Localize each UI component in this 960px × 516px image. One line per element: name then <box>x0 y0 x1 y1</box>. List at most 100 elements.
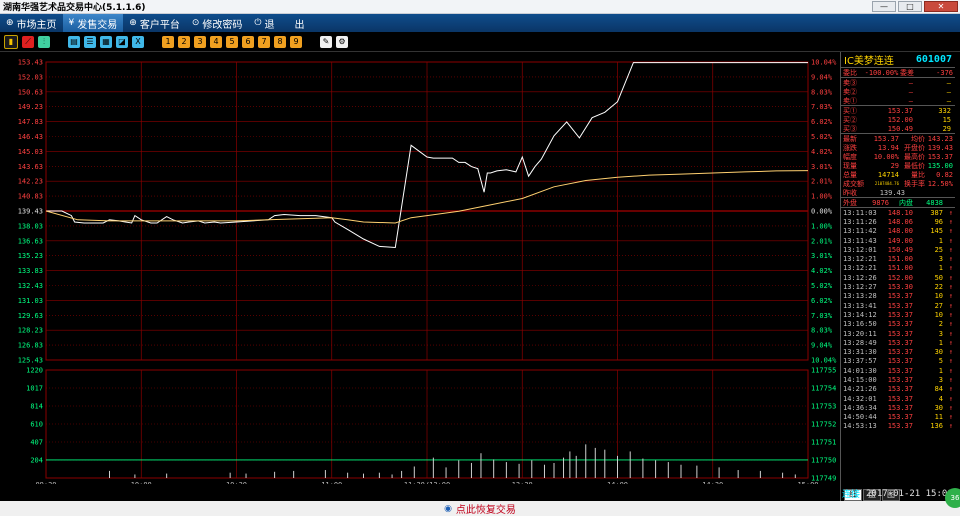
power-icon: ⏻ <box>254 18 262 28</box>
up-arrow-icon: ↑ <box>948 385 953 394</box>
up-arrow-icon: ↑ <box>948 422 953 431</box>
menu-label: 市场主页 <box>16 19 57 31</box>
volume-right-label: 117753 <box>811 403 836 411</box>
up-arrow-icon: ↑ <box>948 236 953 245</box>
menu-issue-trade[interactable]: ¥ 发售交易 <box>62 14 124 32</box>
tick-price: 153.37 <box>887 385 913 394</box>
volume-right-label: 117752 <box>811 421 836 429</box>
tick-list: 13:11:03 148.10 387 ↑ 13:11:26 148.06 96 ↑ 13:11… <box>841 208 955 431</box>
window-icon[interactable]: ◪ <box>116 35 128 48</box>
volume-tick-label: 204 <box>30 457 43 465</box>
stat-value: 135.00 <box>927 161 953 170</box>
up-arrow-icon: ↑ <box>948 245 953 254</box>
inner-label: 内盘 <box>899 198 913 207</box>
window-titlebar: 湖南华强艺术品交易中心(5.1.1.6) — □ ✕ <box>0 0 960 14</box>
time-tick-label: 13:30 <box>512 481 533 484</box>
main-menu: ⊕ 市场主页 ¥ 发售交易 ⊕ 客户平台 ⊙ 修改密码 ⏻ 退 出 <box>0 14 960 32</box>
tick-price: 153.37 <box>887 403 913 412</box>
f2-icon[interactable]: 2 <box>178 35 190 48</box>
price-tick-label: 138.03 <box>18 222 43 230</box>
up-arrow-icon: ↑ <box>948 320 953 329</box>
up-arrow-icon: ↑ <box>948 357 953 366</box>
f9-icon[interactable]: 9 <box>290 35 302 48</box>
f7-icon[interactable]: 7 <box>258 35 270 48</box>
f5-icon[interactable]: 5 <box>226 35 238 48</box>
price-tick-label: 145.03 <box>18 148 43 156</box>
tick-row: 14:15:00 153.37 3 ↑ <box>841 375 955 384</box>
tick-volume: 22 <box>934 283 943 292</box>
f4-icon[interactable]: 4 <box>210 35 222 48</box>
tick-price: 153.37 <box>887 301 913 310</box>
tick-time: 13:13:28 <box>843 292 877 301</box>
volume-tick-label: 1017 <box>26 385 43 393</box>
tick-volume: 2 <box>938 320 943 329</box>
tick-time: 13:13:41 <box>843 301 877 310</box>
resume-trade-bar[interactable]: ◉ 点此恢复交易 <box>0 501 960 516</box>
f3-icon[interactable]: 3 <box>194 35 206 48</box>
stat-value: 153.37 <box>873 134 899 143</box>
stat-value: 29 <box>890 161 899 170</box>
tick-row: 13:12:27 153.30 22 ↑ <box>841 282 955 291</box>
menu-market-home[interactable]: ⊕ 市场主页 <box>0 14 63 32</box>
stat-value: 2107484.76 <box>874 181 899 186</box>
pct-tick-label: 3.01% <box>811 252 833 260</box>
bids-row: 买③ 150.49 29 <box>841 124 955 133</box>
pct-tick-label: 8.03% <box>811 327 833 335</box>
price-tick-label: 132.43 <box>18 282 43 290</box>
menu-change-password[interactable]: ⊙ 修改密码 <box>186 14 249 32</box>
pencil-icon[interactable]: ✎ <box>320 35 332 48</box>
tick-row: 14:32:01 153.37 4 ↑ <box>841 394 955 403</box>
menu-label: 出 <box>294 19 305 31</box>
connection-status: 连接 <box>842 490 861 500</box>
bar-chart-icon[interactable]: ▮ <box>4 34 18 49</box>
resume-label[interactable]: 点此恢复交易 <box>456 501 516 516</box>
grid-icon[interactable]: ▤ <box>68 35 80 48</box>
f8-icon[interactable]: 8 <box>274 35 286 48</box>
tick-row: 14:21:26 153.37 84 ↑ <box>841 385 955 394</box>
pct-tick-label: 1.00% <box>811 193 833 201</box>
window-title: 湖南华强艺术品交易中心(5.1.1.6) <box>3 3 146 13</box>
pct-tick-label: 8.03% <box>811 88 833 96</box>
tick-time: 13:31:30 <box>843 348 877 357</box>
chart-svg: 153.43 10.04% 152.03 9.04% 150.63 8.03% 149.23… <box>18 59 837 490</box>
tick-price: 148.06 <box>887 217 913 226</box>
volume-tick-label: 610 <box>30 421 43 429</box>
f6-icon[interactable]: 6 <box>242 35 254 48</box>
minimize-button[interactable]: — <box>872 1 896 12</box>
menu-client-platform[interactable]: ⊕ 客户平台 <box>123 14 186 32</box>
tick-row: 13:11:26 148.06 96 ↑ <box>841 217 955 226</box>
up-arrow-icon: ↑ <box>948 348 953 357</box>
maximize-button[interactable]: □ <box>898 1 922 12</box>
menu-exit[interactable]: ⏻ 退 出 <box>248 14 310 32</box>
tick-row: 14:01:30 153.37 1 ↑ <box>841 366 955 375</box>
weicha-label: 委差 <box>899 68 914 77</box>
tick-row: 13:28:49 153.37 1 ↑ <box>841 338 955 347</box>
gear-icon[interactable]: ⚙ <box>336 35 348 48</box>
line-chart-icon[interactable]: ⟋ <box>22 35 34 48</box>
volume-tick-label: 407 <box>30 439 43 447</box>
table-icon[interactable]: ▦ <box>100 35 112 48</box>
list-icon[interactable]: ☰ <box>84 35 96 48</box>
pct-tick-label: 9.04% <box>811 342 833 350</box>
close-button[interactable]: ✕ <box>924 1 958 12</box>
price-tick-label: 149.23 <box>18 103 43 111</box>
tick-row: 14:53:13 153.37 136 ↑ <box>841 422 955 431</box>
price-tick-label: 133.83 <box>18 267 43 275</box>
candle-icon[interactable]: ⫶ <box>38 35 50 48</box>
up-arrow-icon: ↑ <box>948 329 953 338</box>
x-icon[interactable]: X <box>132 35 144 48</box>
tick-time: 13:37:57 <box>843 357 877 366</box>
up-arrow-icon: ↑ <box>948 310 953 319</box>
tick-time: 13:12:01 <box>843 245 877 254</box>
pct-tick-label: 5.02% <box>811 133 833 141</box>
tick-price: 153.37 <box>887 320 913 329</box>
up-arrow-icon: ↑ <box>948 208 953 217</box>
stock-name: IC美梦连连 <box>844 56 894 67</box>
stat-value: 13.94 <box>877 143 899 152</box>
tick-row: 13:16:50 153.37 2 ↑ <box>841 320 955 329</box>
tick-row: 13:12:01 150.49 25 ↑ <box>841 245 955 254</box>
pct-tick-label: 7.03% <box>811 103 833 111</box>
pct-tick-label: 10.04% <box>811 59 837 67</box>
f1-icon[interactable]: 1 <box>162 35 174 48</box>
corner-badge[interactable]: 36 <box>945 488 960 508</box>
